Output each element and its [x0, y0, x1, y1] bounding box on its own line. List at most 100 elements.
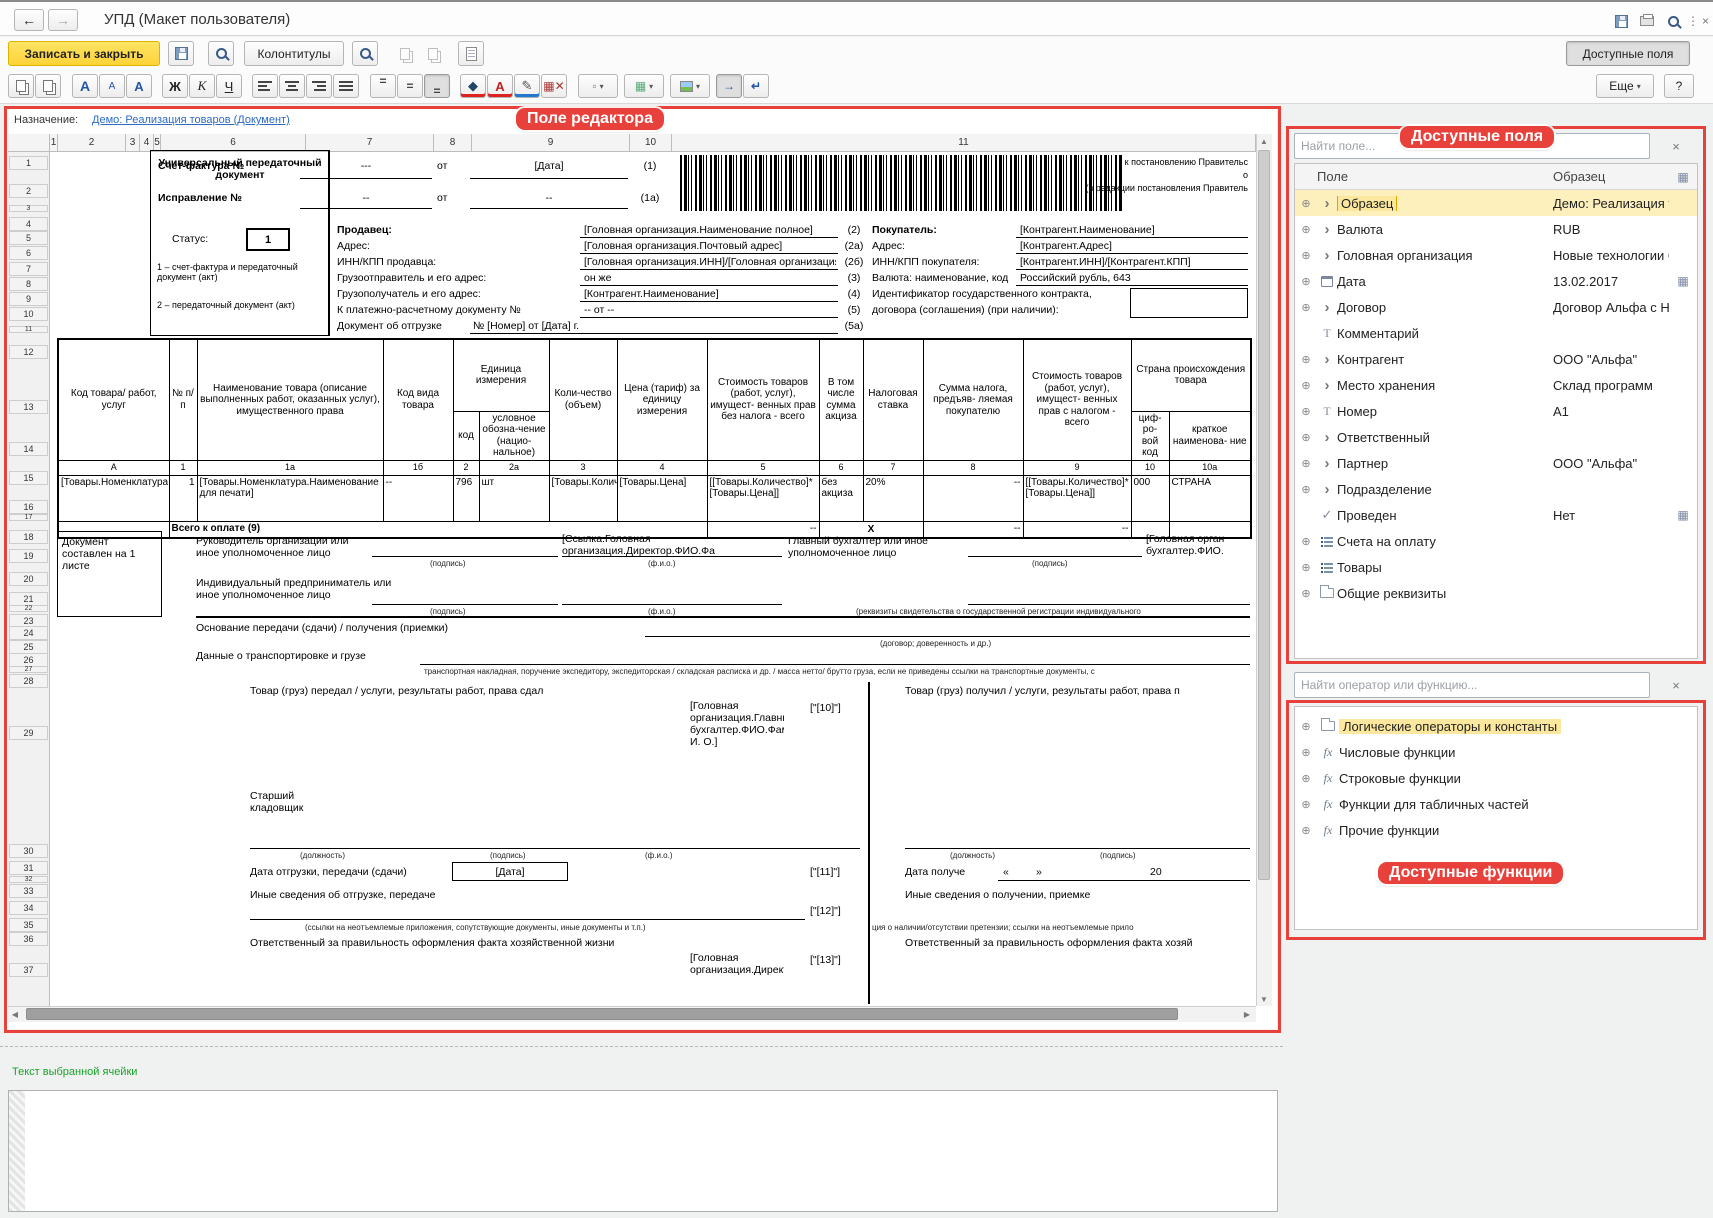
align-right-button[interactable]	[306, 74, 332, 98]
cell-num[interactable]: (5а)	[840, 320, 868, 332]
items-code-cell[interactable]: 1а	[197, 460, 383, 475]
field-row[interactable]: ⊕ Головная организация Новые технологии …	[1295, 242, 1697, 268]
forward-button[interactable]: →	[48, 9, 78, 31]
items-data-cell[interactable]: [[Товары.Количество]*[Товары.Цена]]	[1023, 475, 1131, 521]
col-header[interactable]: 2	[58, 134, 126, 152]
cell-head-name[interactable]: [Ссылка.Головная организация.Директор.ФИ…	[562, 533, 782, 556]
cell-correction-date[interactable]: --	[470, 192, 628, 204]
items-data-cell[interactable]: 1	[169, 475, 197, 521]
cell-fio-note[interactable]: (ф.и.о.)	[645, 851, 673, 860]
items-data-cell[interactable]: [Товары.Количество]	[549, 475, 617, 521]
col-header[interactable]: 10	[630, 134, 672, 152]
expand-plus-icon[interactable]: ⊕	[1295, 535, 1317, 548]
field-row[interactable]: ⊕ Счета на оплату ▦	[1295, 528, 1697, 554]
row-header[interactable]: 5	[9, 231, 48, 245]
items-header-cell[interactable]: Стоимость товаров (работ, услуг), имущес…	[707, 339, 819, 460]
headers-footers-button[interactable]: Колонтитулы	[244, 41, 344, 66]
items-code-cell[interactable]: А	[58, 460, 169, 475]
col-header[interactable]: 9	[472, 134, 630, 152]
items-header-cell[interactable]: циф- ро- вой код	[1131, 411, 1169, 460]
row-header[interactable]: 14	[9, 442, 48, 456]
items-data-cell[interactable]: --	[383, 475, 453, 521]
expand-plus-icon[interactable]: ⊕	[1295, 405, 1317, 418]
items-header-cell[interactable]: Коли-чество (объем)	[549, 339, 617, 460]
expand-plus-icon[interactable]: ⊕	[1295, 798, 1317, 811]
cell-sign-note[interactable]: (подпись)	[1100, 851, 1136, 860]
row-header[interactable]: 13	[9, 400, 48, 414]
font-button[interactable]: А	[72, 74, 98, 98]
row-header[interactable]: 27	[9, 666, 48, 673]
function-row[interactable]: ⊕ Логические операторы и константы	[1295, 713, 1697, 739]
cell-director-fio[interactable]: [Головная организация.Директор.ФИО.Фами	[690, 952, 784, 1004]
cell-seller-label[interactable]: ИНН/КПП продавца:	[337, 256, 436, 268]
borders-dropdown[interactable]: ▫▾	[578, 74, 618, 98]
cell-ot[interactable]: от	[437, 160, 447, 172]
cell-buyer-label[interactable]: Покупатель:	[872, 224, 937, 236]
items-header-cell[interactable]: Налоговая ставка	[863, 339, 923, 460]
draw-borders-button[interactable]: ✎	[514, 74, 540, 98]
items-header-cell[interactable]: Код вида товара	[383, 339, 453, 460]
items-data-cell[interactable]: [Товары.Номенклатура.Наименование для пе…	[197, 475, 383, 521]
row-header[interactable]: 6	[9, 246, 48, 260]
cell-receive-date-label[interactable]: Дата получе	[905, 866, 993, 878]
text-orientation-button[interactable]: →	[716, 74, 742, 98]
horizontal-scroll-thumb[interactable]	[26, 1008, 1178, 1020]
expand-plus-icon[interactable]: ⊕	[1295, 824, 1317, 837]
cell-quote-open[interactable]: «	[1003, 866, 1009, 878]
items-code-cell[interactable]: 8	[923, 460, 1023, 475]
valign-top-button[interactable]: =	[370, 74, 396, 98]
cell-ship-date-value[interactable]: [Дата]	[452, 862, 568, 881]
items-code-cell[interactable]: 5	[707, 460, 819, 475]
field-row[interactable]: ⊕ Партнер ООО "Альфа" ▦	[1295, 450, 1697, 476]
cell-shipdoc-label[interactable]: Документ об отгрузке	[337, 320, 442, 332]
expand-plus-icon[interactable]: ⊕	[1295, 587, 1317, 600]
copy-style-2-button[interactable]	[420, 41, 446, 66]
expand-plus-icon[interactable]: ⊕	[1295, 457, 1317, 470]
help-button[interactable]: ?	[1664, 74, 1694, 98]
function-search-clear-button[interactable]: ×	[1666, 675, 1686, 695]
cell-sign-note[interactable]: (подпись)	[430, 559, 466, 568]
col-header[interactable]: 3	[126, 134, 140, 152]
cell-status-note-2[interactable]: 2 – передаточный документ (акт)	[157, 300, 322, 310]
cell-status-note-1[interactable]: 1 – счет-фактура и передаточный документ…	[157, 262, 322, 283]
function-search-input[interactable]	[1294, 672, 1650, 698]
align-left-button[interactable]	[252, 74, 278, 98]
row-header[interactable]: 19	[9, 549, 48, 563]
field-column-header[interactable]: Поле	[1317, 169, 1553, 184]
cell-seller-label[interactable]: Грузоотправитель и его адрес:	[337, 272, 486, 284]
more-button[interactable]: Еще▾	[1596, 74, 1654, 98]
expand-plus-icon[interactable]: ⊕	[1295, 249, 1317, 262]
items-code-cell[interactable]: 3	[549, 460, 617, 475]
scroll-left-icon[interactable]: ◀	[8, 1006, 22, 1022]
cell-seller-label[interactable]: К платежно-расчетному документу №	[337, 304, 521, 316]
cell-buyer-label[interactable]: Адрес:	[872, 240, 905, 252]
items-data-cell[interactable]: 20%	[863, 475, 923, 521]
cell-buyer-value[interactable]: [Контрагент.ИНН]/[Контрагент.КПП]	[1020, 256, 1248, 268]
fill-color-button[interactable]: ◆	[460, 74, 486, 98]
cell-links-note[interactable]: (ссылки на неотъемлемые приложения, сопу…	[305, 923, 646, 932]
row-header[interactable]: 31	[9, 861, 48, 875]
items-header-cell[interactable]: Наименование товара (описание выполненны…	[197, 339, 383, 460]
cell-quote-close[interactable]: »	[1036, 866, 1042, 878]
row-header[interactable]: 26	[9, 653, 48, 667]
cell-position-note[interactable]: (должность)	[950, 851, 995, 860]
column-settings-icon[interactable]: ▦	[1669, 170, 1697, 184]
items-data-cell[interactable]: 000	[1131, 475, 1169, 521]
cell-note-1a[interactable]: (1а)	[632, 192, 668, 204]
col-header[interactable]: 1	[50, 134, 58, 152]
cell-decree-2[interactable]: о	[950, 170, 1248, 180]
align-justify-button[interactable]	[333, 74, 359, 98]
row-header[interactable]: 2	[9, 184, 48, 198]
row-header[interactable]: 21	[9, 592, 48, 606]
cell-num[interactable]: (5)	[840, 304, 868, 316]
cell-transport-note[interactable]: транспортная накладная, поручение экспед…	[424, 667, 1250, 676]
row-header[interactable]: 30	[9, 844, 48, 858]
cell-decree-1[interactable]: к постановлению Правительс	[950, 157, 1248, 167]
row-header[interactable]: 22	[9, 605, 48, 612]
cell-num[interactable]: (2б)	[840, 256, 868, 268]
cell-seller-label[interactable]: Грузополучатель и его адрес:	[337, 288, 481, 300]
cell-seller-value[interactable]: [Головная организация.ИНН]/[Головная орг…	[584, 256, 836, 268]
sample-column-header[interactable]: Образец	[1553, 169, 1669, 184]
function-row[interactable]: ⊕ Функции для табличных частей	[1295, 791, 1697, 817]
wrap-text-button[interactable]: ↵	[743, 74, 769, 98]
